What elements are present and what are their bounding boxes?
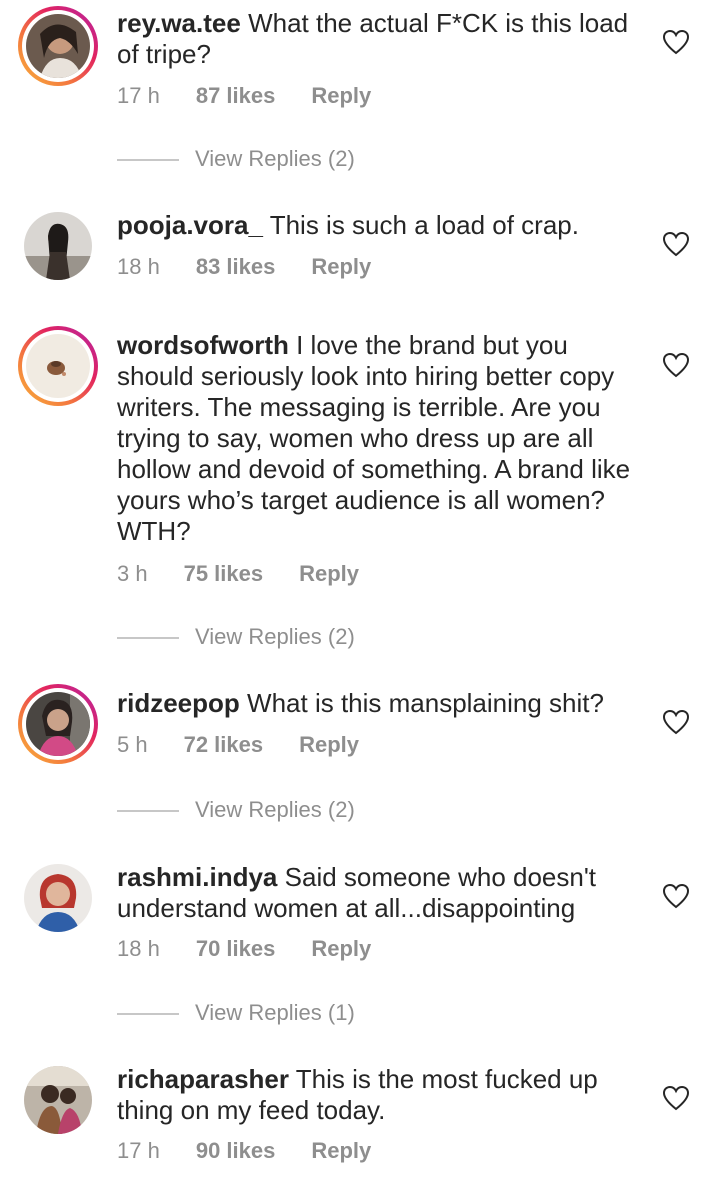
comment-username[interactable]: wordsofworth [117,330,289,360]
comment-text: rey.wa.tee What the actual F*CK is this … [117,8,637,70]
reply-button[interactable]: Reply [311,254,371,280]
comment-meta: 3 h 75 likes Reply [117,561,359,587]
avatar[interactable] [18,326,98,406]
replies-divider [117,810,179,813]
comment-meta: 18 h 70 likes Reply [117,936,371,962]
comment-meta: 5 h 72 likes Reply [117,732,359,758]
view-replies-button[interactable]: View Replies (2) [117,624,355,650]
reply-button[interactable]: Reply [311,1138,371,1164]
heart-outline-icon[interactable] [662,1085,690,1111]
comment-likes[interactable]: 72 likes [184,732,264,758]
comment-time: 17 h [117,83,160,108]
reply-button[interactable]: Reply [299,732,359,758]
comment-meta: 17 h 87 likes Reply [117,83,371,109]
view-replies-label[interactable]: View Replies (1) [195,1000,355,1025]
replies-divider [117,1013,179,1016]
comment-meta: 18 h 83 likes Reply [117,254,371,280]
comment-text: richaparasher This is the most fucked up… [117,1064,637,1126]
comment-likes[interactable]: 83 likes [196,254,276,280]
comment-time: 17 h [117,1138,160,1163]
comment-time: 18 h [117,936,160,961]
reply-button[interactable]: Reply [311,83,371,109]
view-replies-label[interactable]: View Replies (2) [195,146,355,171]
view-replies-button[interactable]: View Replies (2) [117,797,355,823]
reply-button[interactable]: Reply [311,936,371,962]
view-replies-button[interactable]: View Replies (1) [117,1000,355,1026]
replies-divider [117,159,179,162]
comment-username[interactable]: rey.wa.tee [117,8,241,38]
comment-time: 18 h [117,254,160,279]
heart-outline-icon[interactable] [662,883,690,909]
comment-text: rashmi.indya Said someone who doesn't un… [117,862,637,924]
view-replies-label[interactable]: View Replies (2) [195,624,355,649]
view-replies-button[interactable]: View Replies (2) [117,146,355,172]
comment-username[interactable]: richaparasher [117,1064,289,1094]
view-replies-label[interactable]: View Replies (2) [195,797,355,822]
comment-body: What is this mansplaining shit? [247,688,604,718]
avatar[interactable] [18,206,98,286]
comment-text: ridzeepop What is this mansplaining shit… [117,688,637,719]
comment-meta: 17 h 90 likes Reply [117,1138,371,1164]
comment-username[interactable]: rashmi.indya [117,862,277,892]
comment-body: I love the brand but you should seriousl… [117,330,631,546]
comment-username[interactable]: pooja.vora_ [117,210,263,240]
comment-likes[interactable]: 90 likes [196,1138,276,1164]
comment-username[interactable]: ridzeepop [117,688,240,718]
comment-body: This is such a load of crap. [269,210,579,240]
heart-outline-icon[interactable] [662,29,690,55]
comment-time: 5 h [117,732,148,757]
heart-outline-icon[interactable] [662,231,690,257]
comment-likes[interactable]: 70 likes [196,936,276,962]
comment-text: pooja.vora_ This is such a load of crap. [117,210,637,241]
heart-outline-icon[interactable] [662,352,690,378]
comment-time: 3 h [117,561,148,586]
heart-outline-icon[interactable] [662,709,690,735]
avatar[interactable] [18,6,98,86]
avatar[interactable] [18,1060,98,1140]
avatar[interactable] [18,858,98,938]
reply-button[interactable]: Reply [299,561,359,587]
comment-likes[interactable]: 75 likes [184,561,264,587]
comment-likes[interactable]: 87 likes [196,83,276,109]
avatar[interactable] [18,684,98,764]
replies-divider [117,637,179,640]
comment-text: wordsofworth I love the brand but you sh… [117,330,637,547]
